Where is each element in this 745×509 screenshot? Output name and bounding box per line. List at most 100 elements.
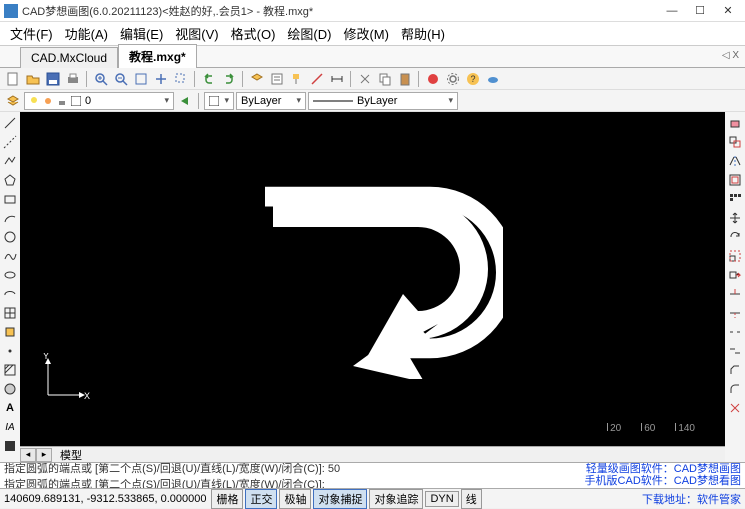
close-button[interactable]: ✕ bbox=[721, 4, 735, 18]
zoom-window-icon[interactable] bbox=[172, 70, 190, 88]
properties-icon[interactable] bbox=[268, 70, 286, 88]
chamfer-icon[interactable] bbox=[727, 362, 743, 378]
mtext-icon[interactable]: IA bbox=[2, 419, 18, 435]
lineweight-select[interactable]: ByLayer ▾ bbox=[308, 92, 458, 110]
lwt-toggle[interactable]: 线 bbox=[461, 489, 482, 509]
zoom-extents-icon[interactable] bbox=[132, 70, 150, 88]
scale-icon[interactable] bbox=[727, 248, 743, 264]
redo-icon[interactable] bbox=[220, 70, 238, 88]
osnap-toggle[interactable]: 对象捕捉 bbox=[313, 489, 367, 509]
zoom-out-icon[interactable] bbox=[112, 70, 130, 88]
line-preview-icon bbox=[313, 98, 353, 104]
wipeout-icon[interactable] bbox=[2, 438, 18, 454]
join-icon[interactable] bbox=[727, 343, 743, 359]
menu-help[interactable]: 帮助(H) bbox=[395, 21, 451, 46]
gear-icon[interactable] bbox=[444, 70, 462, 88]
maximize-button[interactable]: ☐ bbox=[693, 4, 707, 18]
color-icon[interactable] bbox=[424, 70, 442, 88]
paste-icon[interactable] bbox=[396, 70, 414, 88]
ortho-toggle[interactable]: 正交 bbox=[245, 489, 277, 509]
break-icon[interactable] bbox=[727, 324, 743, 340]
circle-icon[interactable] bbox=[2, 229, 18, 245]
trim-icon[interactable] bbox=[727, 286, 743, 302]
lightbulb-icon bbox=[29, 96, 39, 106]
point-icon[interactable] bbox=[2, 343, 18, 359]
ellipse-icon[interactable] bbox=[2, 267, 18, 283]
polygon-icon[interactable] bbox=[2, 172, 18, 188]
menu-file[interactable]: 文件(F) bbox=[4, 21, 59, 46]
layer-select[interactable]: 0 ▾ bbox=[24, 92, 174, 110]
menu-draw[interactable]: 绘图(D) bbox=[281, 21, 337, 46]
dyn-toggle[interactable]: DYN bbox=[425, 491, 458, 507]
offset-icon[interactable] bbox=[727, 172, 743, 188]
otrack-toggle[interactable]: 对象追踪 bbox=[369, 489, 423, 509]
copy2-icon[interactable] bbox=[727, 134, 743, 150]
color-select[interactable]: ▾ bbox=[204, 92, 234, 110]
help-icon[interactable]: ? bbox=[464, 70, 482, 88]
scroll-right-button[interactable]: ▸ bbox=[36, 448, 52, 462]
hatch-icon[interactable] bbox=[2, 362, 18, 378]
array-icon[interactable] bbox=[727, 191, 743, 207]
grid-toggle[interactable]: 栅格 bbox=[211, 489, 243, 509]
overlay-text-3: 下载地址：软件管家 bbox=[642, 491, 741, 507]
tabs-close-all[interactable]: ◁ X bbox=[722, 50, 739, 61]
lock-icon bbox=[57, 96, 67, 106]
print-icon[interactable] bbox=[64, 70, 82, 88]
cut-icon[interactable] bbox=[356, 70, 374, 88]
menu-format[interactable]: 格式(O) bbox=[225, 21, 282, 46]
region-icon[interactable] bbox=[2, 381, 18, 397]
svg-text:?: ? bbox=[470, 74, 475, 84]
polyline-icon[interactable] bbox=[2, 153, 18, 169]
fillet-icon[interactable] bbox=[727, 381, 743, 397]
linetype-value: ByLayer bbox=[241, 95, 281, 107]
drawing-canvas[interactable]: YX 20 60 140 bbox=[20, 112, 725, 446]
new-icon[interactable] bbox=[4, 70, 22, 88]
layers-icon[interactable] bbox=[248, 70, 266, 88]
arc-icon[interactable] bbox=[2, 210, 18, 226]
cloud-icon[interactable] bbox=[484, 70, 502, 88]
ellipse-arc-icon[interactable] bbox=[2, 286, 18, 302]
save-icon[interactable] bbox=[44, 70, 62, 88]
stretch-icon[interactable] bbox=[727, 267, 743, 283]
scale-ruler: 20 60 140 bbox=[607, 423, 695, 431]
linetype-select[interactable]: ByLayer ▾ bbox=[236, 92, 306, 110]
extend-icon[interactable] bbox=[727, 305, 743, 321]
menu-view[interactable]: 视图(V) bbox=[169, 21, 224, 46]
text-icon[interactable]: A bbox=[2, 400, 18, 416]
polar-toggle[interactable]: 极轴 bbox=[279, 489, 311, 509]
lineweight-value: ByLayer bbox=[357, 95, 397, 107]
dim-icon[interactable] bbox=[328, 70, 346, 88]
measure-icon[interactable] bbox=[308, 70, 326, 88]
line-icon[interactable] bbox=[2, 115, 18, 131]
layer-manager-icon[interactable] bbox=[4, 92, 22, 110]
minimize-button[interactable]: — bbox=[665, 4, 679, 18]
tab-mxcloud[interactable]: CAD.MxCloud bbox=[20, 47, 118, 68]
copy-icon[interactable] bbox=[376, 70, 394, 88]
svg-text:Y: Y bbox=[43, 353, 49, 361]
spline-icon[interactable] bbox=[2, 248, 18, 264]
xline-icon[interactable] bbox=[2, 134, 18, 150]
zoom-in-icon[interactable] bbox=[92, 70, 110, 88]
mirror-icon[interactable] bbox=[727, 153, 743, 169]
ucs-axis: YX bbox=[40, 353, 90, 406]
command-line[interactable]: 指定圆弧的端点或 [第二个点(S)/回退(U)/直线(L)/宽度(W)/闭合(C… bbox=[0, 462, 745, 488]
rotate-icon[interactable] bbox=[727, 229, 743, 245]
model-tab[interactable]: 模型 bbox=[52, 447, 90, 463]
move-icon[interactable] bbox=[727, 210, 743, 226]
open-icon[interactable] bbox=[24, 70, 42, 88]
menu-modify[interactable]: 修改(M) bbox=[337, 21, 395, 46]
menu-function[interactable]: 功能(A) bbox=[59, 21, 114, 46]
paint-icon[interactable] bbox=[288, 70, 306, 88]
erase-icon[interactable] bbox=[727, 115, 743, 131]
insert-icon[interactable] bbox=[2, 305, 18, 321]
undo-icon[interactable] bbox=[200, 70, 218, 88]
layer-prev-icon[interactable] bbox=[176, 92, 194, 110]
pan-icon[interactable] bbox=[152, 70, 170, 88]
scroll-left-button[interactable]: ◂ bbox=[20, 448, 36, 462]
block-icon[interactable] bbox=[2, 324, 18, 340]
rectangle-icon[interactable] bbox=[2, 191, 18, 207]
menu-edit[interactable]: 编辑(E) bbox=[114, 21, 169, 46]
tab-tutorial[interactable]: 教程.mxg* bbox=[118, 44, 197, 68]
explode-icon[interactable] bbox=[727, 400, 743, 416]
coordinates[interactable]: 140609.689131, -9312.533865, 0.000000 bbox=[0, 493, 210, 505]
